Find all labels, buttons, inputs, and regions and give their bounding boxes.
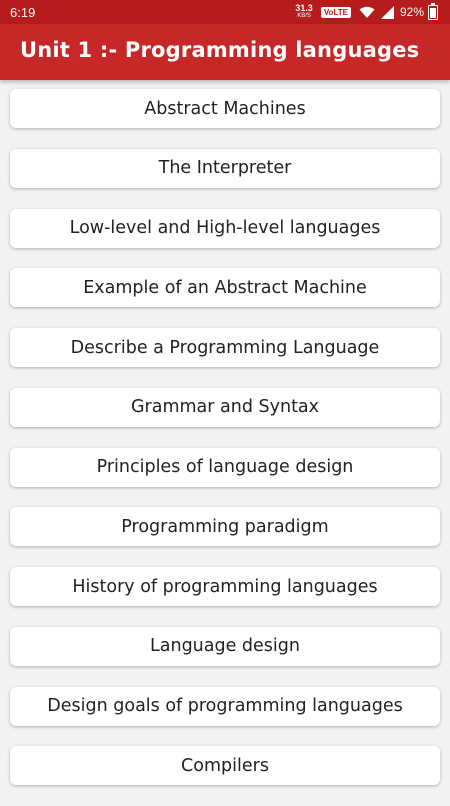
wifi-icon: [359, 6, 375, 19]
topic-item[interactable]: Grammar and Syntax: [10, 387, 440, 427]
network-speed-unit: KB/S: [297, 13, 311, 19]
battery-percent: 92%: [399, 5, 424, 19]
topic-item[interactable]: History of programming languages: [10, 567, 440, 606]
network-speed-value: 31.3: [295, 3, 313, 13]
topic-item[interactable]: Language design: [10, 626, 440, 666]
battery-icon: [428, 2, 438, 20]
status-icons: 31.3 KB/S VoLTE 92%: [295, 0, 438, 24]
topic-item[interactable]: Programming paradigm: [10, 507, 440, 547]
topic-item[interactable]: Principles of language design: [10, 447, 440, 487]
topic-item[interactable]: Compilers: [10, 746, 440, 786]
network-speed: 31.3 KB/S: [295, 4, 313, 20]
app-bar: Unit 1 :- Programming languages: [0, 24, 450, 80]
topic-item[interactable]: Describe a Programming Language: [10, 328, 440, 367]
signal-icon: [380, 5, 394, 19]
page-title: Unit 1 :- Programming languages: [20, 38, 420, 62]
topic-item[interactable]: Low-level and High-level languages: [10, 208, 440, 248]
topic-item[interactable]: Abstract Machines: [10, 89, 440, 128]
status-bar: 6:19 31.3 KB/S VoLTE 92%: [0, 0, 450, 24]
topic-item[interactable]: The Interpreter: [10, 148, 440, 188]
topic-list: Abstract Machines The Interpreter Low-leve…: [10, 89, 440, 806]
volte-badge: VoLTE: [320, 6, 351, 18]
status-time: 6:19: [10, 5, 36, 20]
topic-item[interactable]: Design goals of programming languages: [10, 686, 440, 726]
topic-item[interactable]: Example of an Abstract Machine: [10, 268, 440, 308]
